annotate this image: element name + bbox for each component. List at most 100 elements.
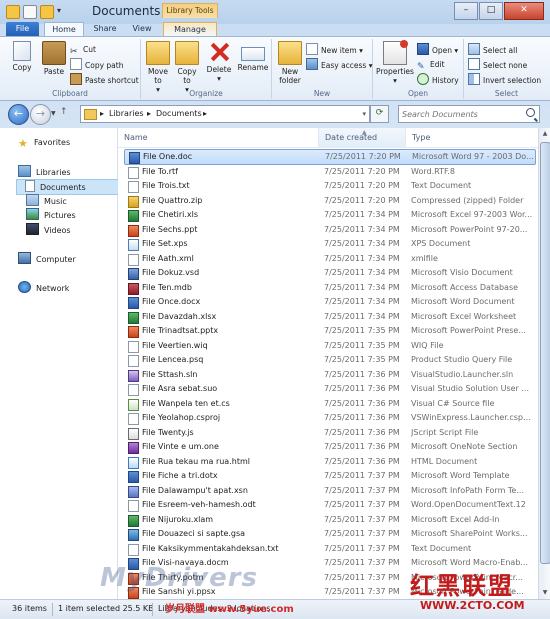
scrollbar-thumb[interactable]	[540, 142, 550, 564]
file-row[interactable]: File Dalawampu't apat.xsn 7/25/2011 7:37 …	[124, 484, 534, 498]
file-row[interactable]: File Rua tekau ma rua.html 7/25/2011 7:36…	[124, 455, 534, 469]
tab-file[interactable]: File	[6, 22, 39, 36]
file-row[interactable]: File Once.docx 7/25/2011 7:34 PM Microsoft…	[124, 295, 534, 309]
file-row[interactable]: File Set.xps 7/25/2011 7:34 PM XPS Documen…	[124, 237, 534, 251]
select-group: Select all Select none Invert selection …	[464, 39, 549, 99]
close-button[interactable]: ✕	[504, 2, 544, 20]
nav-music[interactable]: Music	[26, 194, 67, 208]
tab-manage[interactable]: Manage	[163, 22, 217, 37]
file-row[interactable]: File Nijuroku.xlam 7/25/2011 7:37 PM Micro…	[124, 513, 534, 527]
rename-button[interactable]: Rename	[237, 41, 269, 72]
ribbon: Copy Paste ✂ Cut Copy path Paste shortcut…	[0, 36, 550, 101]
forward-button[interactable]: →	[30, 104, 51, 125]
copy-to-button[interactable]: Copy to ▾	[174, 41, 200, 94]
file-row[interactable]: File To.rtf 7/25/2011 7:20 PM Word.RTF.8	[124, 165, 534, 179]
file-row[interactable]: File Wanpela ten et.cs 7/25/2011 7:36 PM V…	[124, 397, 534, 411]
copy-button[interactable]: Copy	[8, 41, 36, 72]
file-row[interactable]: File Twenty.js 7/25/2011 7:36 PM JScript S…	[124, 426, 534, 440]
edit-button[interactable]: ✎ Edit	[417, 58, 445, 72]
info-file-icon	[128, 485, 139, 498]
nav-pictures[interactable]: Pictures	[26, 208, 76, 222]
new-folder-button[interactable]: New folder	[276, 41, 304, 85]
nav-network[interactable]: Network	[18, 281, 69, 295]
file-row[interactable]: File Aath.xml 7/25/2011 7:34 PM xmlfile	[124, 252, 534, 266]
file-row[interactable]: File Yeolahop.csproj 7/25/2011 7:36 PM VSW…	[124, 411, 534, 425]
file-row[interactable]: File Douazeci si sapte.gsa 7/25/2011 7:37…	[124, 527, 534, 541]
invert-selection-button[interactable]: Invert selection	[468, 73, 541, 86]
file-row[interactable]: File Fiche a tri.dotx 7/25/2011 7:37 PM Mi…	[124, 469, 534, 483]
up-arrow-icon[interactable]: ↑	[60, 107, 68, 117]
breadcrumb-separator[interactable]: ▸	[100, 106, 104, 122]
file-row[interactable]: File Lencea.psq 7/25/2011 7:35 PM Product …	[124, 353, 534, 367]
file-row[interactable]: File Ten.mdb 7/25/2011 7:34 PM Microsoft A…	[124, 281, 534, 295]
file-row[interactable]: File Veertien.wiq 7/25/2011 7:35 PM WIQ Fi…	[124, 339, 534, 353]
new-folder-icon[interactable]	[40, 5, 54, 19]
breadcrumb-separator[interactable]: ▸	[147, 106, 151, 122]
properties-button[interactable]: Properties ▾	[375, 40, 415, 85]
nav-documents[interactable]: Documents	[16, 179, 124, 195]
file-name: File One.doc	[143, 152, 193, 161]
maximize-button[interactable]: □	[479, 2, 503, 20]
file-row[interactable]: File Quattro.zip 7/25/2011 7:20 PM Compres…	[124, 194, 534, 208]
delete-button[interactable]: Delete ▾	[205, 41, 233, 83]
quick-access-toolbar: ▾	[6, 5, 65, 19]
easy-access-button[interactable]: Easy access ▾	[306, 58, 373, 71]
file-row[interactable]: File Trinadtsat.pptx 7/25/2011 7:35 PM Mic…	[124, 324, 534, 338]
minimize-button[interactable]: –	[454, 2, 478, 20]
properties-icon[interactable]	[23, 5, 37, 19]
paste-shortcut-button[interactable]: Paste shortcut	[70, 73, 139, 86]
recent-locations-dropdown-icon[interactable]: ▼	[51, 110, 56, 117]
column-header-date-created[interactable]: ▲ Date created	[319, 128, 406, 147]
history-button[interactable]: History	[417, 73, 459, 86]
breadcrumb-libraries[interactable]: Libraries	[109, 106, 144, 122]
file-row[interactable]: File Chetiri.xls 7/25/2011 7:34 PM Microso…	[124, 208, 534, 222]
file-name: File Chetiri.xls	[142, 210, 199, 219]
scroll-up-arrow-icon[interactable]: ▲	[539, 128, 550, 140]
status-selection: 1 item selected 25.5 KB	[58, 604, 154, 613]
file-row[interactable]: File Asra sebat.suo 7/25/2011 7:36 PM Visu…	[124, 382, 534, 396]
address-bar[interactable]: ▸ Libraries ▸ Documents ▸ ▾	[80, 105, 370, 123]
file-row[interactable]: File Trois.txt 7/25/2011 7:20 PM Text Docu…	[124, 179, 534, 193]
back-button[interactable]: ←	[8, 104, 29, 125]
nav-videos[interactable]: Videos	[26, 223, 71, 237]
folder-icon[interactable]	[6, 5, 20, 19]
file-name: File Asra sebat.suo	[142, 384, 218, 393]
file-row[interactable]: File One.doc 7/25/2011 7:20 PM Microsoft W…	[124, 149, 536, 165]
file-row[interactable]: File Esreem-veh-hamesh.odt 7/25/2011 7:37…	[124, 498, 534, 512]
cut-button[interactable]: ✂ Cut	[70, 43, 96, 57]
select-none-button[interactable]: Select none	[468, 58, 527, 71]
breadcrumb-separator[interactable]: ▸	[203, 106, 207, 122]
nav-libraries[interactable]: Libraries	[18, 165, 71, 179]
move-to-button[interactable]: Move to ▾	[145, 41, 171, 94]
column-header-name[interactable]: Name	[118, 128, 319, 147]
scroll-down-arrow-icon[interactable]: ▼	[539, 587, 550, 599]
file-date-created: 7/25/2011 7:37 PM	[324, 558, 400, 567]
search-box[interactable]	[398, 105, 540, 123]
address-history-dropdown-icon[interactable]: ▾	[362, 107, 366, 121]
new-item-button[interactable]: New item ▾	[306, 43, 363, 56]
file-row[interactable]: File Kaksikymmentakahdeksan.txt 7/25/2011…	[124, 542, 534, 556]
tab-share[interactable]: Share	[88, 22, 122, 36]
tab-view[interactable]: View	[126, 22, 158, 36]
customize-qat-dropdown-icon[interactable]: ▾	[57, 5, 65, 17]
nav-favorites[interactable]: ★ Favorites	[18, 136, 70, 150]
tab-home[interactable]: Home	[44, 22, 84, 37]
file-type: VSWinExpress.Launcher.cspr...	[411, 413, 533, 422]
breadcrumb-documents[interactable]: Documents	[156, 106, 202, 122]
paste-button[interactable]: Paste	[40, 41, 68, 76]
file-row[interactable]: File Sechs.ppt 7/25/2011 7:34 PM Microsoft…	[124, 223, 534, 237]
file-row[interactable]: File Vinte e um.one 7/25/2011 7:36 PM Micr…	[124, 440, 534, 454]
nav-computer[interactable]: Computer	[18, 252, 76, 266]
search-input[interactable]	[399, 106, 523, 122]
vertical-scrollbar[interactable]: ▲ ▼	[538, 128, 550, 599]
copy-path-button[interactable]: Copy path	[70, 58, 123, 71]
file-row[interactable]: File Sttash.sln 7/25/2011 7:36 PM VisualSt…	[124, 368, 534, 382]
column-header-type[interactable]: Type	[406, 128, 538, 147]
refresh-button[interactable]: ⟳	[370, 105, 389, 123]
open-button[interactable]: Open ▾	[417, 43, 458, 56]
note-file-icon	[128, 442, 139, 454]
file-row[interactable]: File Dokuz.vsd 7/25/2011 7:34 PM Microsoft…	[124, 266, 534, 280]
file-row[interactable]: File Davazdah.xlsx 7/25/2011 7:34 PM Micro…	[124, 310, 534, 324]
select-all-button[interactable]: Select all	[468, 43, 517, 56]
search-icon[interactable]	[526, 108, 535, 117]
